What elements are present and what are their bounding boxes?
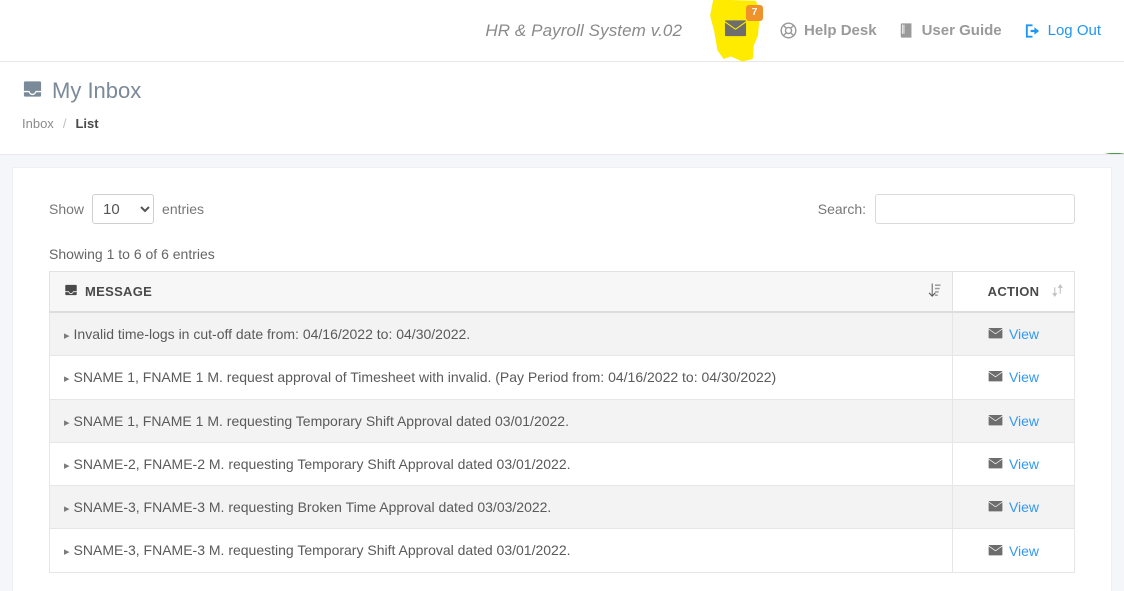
view-label: View <box>1008 326 1040 343</box>
column-header-message-label: MESSAGE <box>85 284 153 299</box>
caret-right-icon: ▸ <box>64 416 70 429</box>
breadcrumb-item-list: List <box>75 116 99 131</box>
cell-action: View <box>952 528 1075 573</box>
nav-user-guide[interactable]: User Guide <box>899 22 1002 39</box>
view-message-link[interactable]: View <box>988 498 1039 516</box>
caret-right-icon: ▸ <box>64 459 70 472</box>
nav-user-guide-label: User Guide <box>921 22 1002 39</box>
sign-out-icon <box>1024 23 1041 39</box>
page-title-text: My Inbox <box>52 78 142 103</box>
entries-label: entries <box>162 201 205 217</box>
sort-amount-desc-icon <box>928 283 941 300</box>
envelope-icon <box>988 412 1003 430</box>
view-label: View <box>1008 412 1040 429</box>
cell-message: ▸ Invalid time-logs in cut-off date from:… <box>49 311 953 357</box>
column-header-message[interactable]: MESSAGE <box>49 271 953 313</box>
envelope-icon <box>724 19 747 42</box>
book-icon <box>899 22 915 39</box>
cell-action: View <box>952 311 1075 357</box>
table-row[interactable]: ▸ SNAME-2, FNAME-2 M. requesting Temporar… <box>49 441 1075 487</box>
header-nav: 7 Help Desk User Guide Log Out <box>704 0 1101 62</box>
column-header-action[interactable]: ACTION <box>952 271 1075 313</box>
table-controls: Show 10 25 50 100 entries Search: <box>49 190 1075 224</box>
life-ring-icon <box>780 22 797 39</box>
view-label: View <box>1008 455 1040 472</box>
table-info: Showing 1 to 6 of 6 entries <box>49 246 215 262</box>
envelope-icon <box>988 542 1003 560</box>
unread-count-badge: 7 <box>746 4 764 21</box>
message-text: SNAME-3, FNAME-3 M. requesting Broken Ti… <box>73 499 552 516</box>
page-header: My Inbox Inbox / List <box>0 62 1124 191</box>
caret-right-icon: ▸ <box>64 546 70 559</box>
cell-action: View <box>952 355 1075 400</box>
view-label: View <box>1008 542 1040 559</box>
inbox-icon <box>22 80 43 102</box>
message-text: SNAME 1, FNAME 1 M. request approval of … <box>73 369 777 386</box>
breadcrumb-item-inbox[interactable]: Inbox <box>22 116 54 131</box>
table-row[interactable]: ▸ SNAME 1, FNAME 1 M. request approval of… <box>49 355 1075 400</box>
view-message-link[interactable]: View <box>988 368 1039 386</box>
table-header-row: MESSAGE ACTION <box>49 271 1075 313</box>
view-message-link[interactable]: View <box>988 542 1039 560</box>
view-message-link[interactable]: View <box>988 325 1039 343</box>
table-head: MESSAGE ACTION <box>49 271 1075 313</box>
search-label: Search: <box>817 201 866 217</box>
table-row[interactable]: ▸ Invalid time-logs in cut-off date from:… <box>49 311 1075 357</box>
cell-message: ▸ SNAME 1, FNAME 1 M. request approval of… <box>49 355 953 400</box>
caret-right-icon: ▸ <box>64 373 70 386</box>
table-row[interactable]: ▸ SNAME-3, FNAME-3 M. requesting Temporar… <box>49 528 1075 573</box>
view-message-link[interactable]: View <box>988 412 1039 430</box>
table-row[interactable]: ▸ SNAME 1, FNAME 1 M. requesting Temporar… <box>49 398 1075 443</box>
column-header-action-label: ACTION <box>987 284 1040 299</box>
view-message-link[interactable]: View <box>988 455 1039 473</box>
nav-log-out[interactable]: Log Out <box>1024 22 1101 39</box>
table-body: ▸ Invalid time-logs in cut-off date from:… <box>49 311 1075 573</box>
cell-message: ▸ SNAME 1, FNAME 1 M. requesting Temporar… <box>49 398 953 443</box>
cell-message: ▸ SNAME-3, FNAME-3 M. requesting Temporar… <box>49 528 953 573</box>
nav-help-desk-label: Help Desk <box>804 22 877 39</box>
nav-help-desk[interactable]: Help Desk <box>780 22 877 39</box>
envelope-icon <box>988 455 1003 473</box>
message-text: SNAME-3, FNAME-3 M. requesting Temporary… <box>73 542 571 559</box>
main-content-area: Show 10 25 50 100 entries Search: Showin… <box>0 154 1124 591</box>
envelope-icon <box>988 368 1003 386</box>
page-length-control: Show 10 25 50 100 entries <box>49 194 204 224</box>
envelope-icon <box>988 325 1003 343</box>
show-label: Show <box>49 201 85 217</box>
message-text: SNAME-2, FNAME-2 M. requesting Temporary… <box>73 455 571 472</box>
page-title: My Inbox <box>22 80 1124 102</box>
inbox-table: MESSAGE ACTION ▸ Invalid time-logs in cu… <box>49 271 1075 573</box>
inbox-icon <box>64 284 78 299</box>
cell-action: View <box>952 398 1075 443</box>
cell-message: ▸ SNAME-2, FNAME-2 M. requesting Temporar… <box>49 441 953 487</box>
search-control: Search: <box>818 194 1075 224</box>
top-header-bar: HR & Payroll System v.02 7 Help Desk Use… <box>0 0 1124 62</box>
page-length-select[interactable]: 10 25 50 100 <box>92 194 155 224</box>
caret-right-icon: ▸ <box>64 503 70 516</box>
view-label: View <box>1008 499 1040 516</box>
breadcrumb-separator: / <box>62 116 67 131</box>
inbox-messages-button[interactable]: 7 <box>710 0 764 62</box>
breadcrumb: Inbox / List <box>22 116 1124 131</box>
message-text: SNAME 1, FNAME 1 M. requesting Temporary… <box>73 412 569 429</box>
cell-message: ▸ SNAME-3, FNAME-3 M. requesting Broken T… <box>49 485 953 530</box>
envelope-icon <box>988 498 1003 516</box>
sort-icon <box>1052 283 1063 300</box>
search-input[interactable] <box>875 194 1075 224</box>
nav-log-out-label: Log Out <box>1047 22 1101 39</box>
cell-action: View <box>952 441 1075 487</box>
table-row[interactable]: ▸ SNAME-3, FNAME-3 M. requesting Broken T… <box>49 485 1075 530</box>
message-text: Invalid time-logs in cut-off date from: … <box>73 326 471 342</box>
cell-action: View <box>952 485 1075 530</box>
view-label: View <box>1008 369 1040 386</box>
app-title: HR & Payroll System v.02 <box>485 20 683 40</box>
caret-right-icon: ▸ <box>64 330 70 342</box>
inbox-panel: Show 10 25 50 100 entries Search: Showin… <box>12 167 1112 591</box>
